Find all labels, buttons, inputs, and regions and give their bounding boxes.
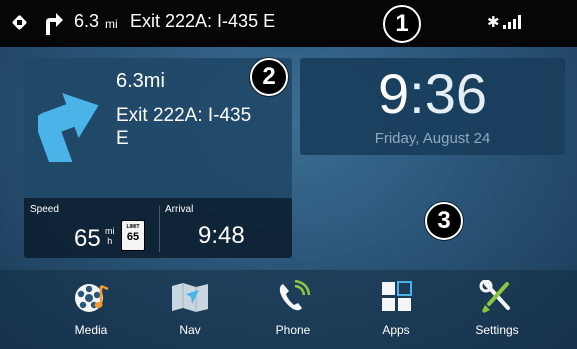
arrival-value: 9:48 (198, 222, 245, 249)
apps-grid-icon (376, 280, 416, 314)
status-exit-text: Exit 222A: I-435 E (130, 11, 276, 31)
turn-arrow-icon (38, 93, 99, 162)
dock-label-nav: Nav (179, 323, 201, 337)
dock-item-settings[interactable]: Settings (457, 279, 537, 337)
clock-date: Friday, August 24 (374, 130, 491, 147)
dock-label-settings: Settings (475, 323, 519, 337)
signal-icon (503, 15, 525, 29)
callout-2: 2 (250, 58, 288, 96)
turn-right-icon (46, 13, 63, 35)
clock-hour: 9 (377, 62, 410, 125)
dock-label-phone: Phone (275, 323, 311, 337)
exit-line-1: Exit 222A: I-435 (116, 105, 252, 126)
nav-map-icon (170, 280, 210, 314)
dock-item-nav[interactable]: Nav (150, 280, 230, 337)
clock-card[interactable]: 9:36 Friday, August 24 (300, 58, 565, 155)
clock-time: 9:36 (300, 64, 565, 124)
speed-limit-sign: LIMIT 65 (121, 220, 145, 251)
speed-value: 65 (74, 225, 101, 252)
status-distance: 6.3 (74, 11, 100, 31)
speed-unit: mi h (105, 226, 115, 246)
bluetooth-icon: ✱ (487, 14, 500, 31)
dock-item-apps[interactable]: Apps (356, 280, 436, 337)
direction-diamond-icon (11, 14, 28, 31)
settings-tools-icon (477, 279, 517, 314)
status-distance-unit: mi (105, 17, 118, 31)
speed-unit-bottom: h (107, 236, 113, 246)
limit-label: LIMIT (126, 224, 140, 230)
home-screen: 6.3 mi Exit 222A: I-435 E ✱ 6.3mi Exit 2… (0, 0, 577, 349)
turn-distance: 6.3mi (116, 70, 165, 92)
dock-label-apps: Apps (382, 323, 410, 337)
callout-1: 1 (383, 5, 421, 43)
clock-minutes: :36 (409, 62, 487, 125)
limit-value: 65 (126, 231, 140, 243)
status-bar[interactable]: 6.3 mi Exit 222A: I-435 E ✱ (0, 0, 577, 47)
exit-line-2: E (116, 128, 129, 149)
phone-icon (273, 279, 313, 314)
arrival-label: Arrival (165, 204, 194, 215)
info-divider (159, 206, 160, 252)
turn-exit-text: Exit 222A: I-435 E (116, 104, 286, 150)
speed-label: Speed (30, 204, 59, 215)
dock-label-media: Media (74, 323, 108, 337)
callout-3: 3 (425, 202, 463, 240)
dock-item-media[interactable]: Media (51, 280, 131, 337)
trip-info-card[interactable]: Speed 65 mi h LIMIT 65 Arrival 9:48 (24, 198, 292, 258)
speed-unit-top: mi (105, 226, 115, 236)
media-icon (71, 280, 111, 314)
dock-item-phone[interactable]: Phone (253, 279, 333, 337)
